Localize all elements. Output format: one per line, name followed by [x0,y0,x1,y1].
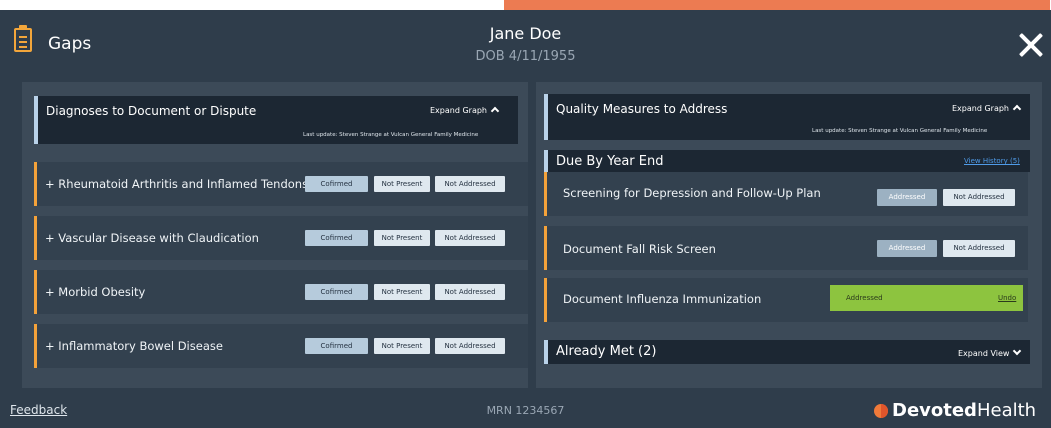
expand-graph-label: Expand Graph [430,106,487,115]
confirmed-button[interactable]: Cofirmed [305,176,368,192]
diagnosis-label[interactable]: + Morbid Obesity [45,285,145,299]
patient-dob: DOB 4/11/1955 [475,49,576,64]
confirmed-button[interactable]: Cofirmed [305,338,368,354]
expand-view-button[interactable]: Expand View [958,346,1022,358]
not-addressed-button[interactable]: Not Addressed [435,284,505,300]
measure-label: Screening for Depression and Follow-Up P… [563,186,821,200]
last-update: Last update: Steven Strange at Vulcan Ge… [303,132,479,138]
due-by-year-end-header: Due By Year End View History (5) [544,150,1030,172]
not-addressed-button[interactable]: Not Addressed [435,176,505,192]
patient-name: Jane Doe [489,24,562,43]
devoted-logo-icon [874,404,888,418]
undo-link[interactable]: Undo [998,294,1016,302]
chevron-up-icon [1012,104,1022,114]
measure-row: Document Fall Risk Screen Addressed Not … [544,226,1028,270]
expand-graph-label: Expand Graph [952,104,1009,113]
brand-light: Health [976,400,1037,421]
diagnosis-row: + Vascular Disease with Claudication Cof… [34,216,528,260]
brand-logo: DevotedHealth [892,400,1036,421]
diagnosis-row: + Rheumatoid Arthritis and Inflamed Tend… [34,162,528,206]
diagnosis-label[interactable]: + Inflammatory Bowel Disease [45,339,223,353]
diagnosis-row: + Inflammatory Bowel Disease Cofirmed No… [34,324,528,368]
not-present-button[interactable]: Not Present [374,284,430,300]
header: Gaps Jane Doe DOB 4/11/1955 [0,10,1051,74]
quality-measures-title: Quality Measures to Address [556,102,728,116]
addressed-button[interactable]: Addressed [877,189,937,206]
expand-graph-button[interactable]: Expand Graph [952,104,1022,114]
top-accent-bar [504,0,1050,10]
measure-label: Document Influenza Immunization [563,292,762,306]
diagnosis-row: + Morbid Obesity Cofirmed Not Present No… [34,270,528,314]
view-history-link[interactable]: View History (5) [964,157,1020,165]
diagnoses-title: Diagnoses to Document or Dispute [46,104,257,118]
diagnoses-header: Diagnoses to Document or Dispute Expand … [34,96,518,144]
not-addressed-button[interactable]: Not Addressed [943,240,1015,257]
measure-label: Document Fall Risk Screen [563,242,716,256]
expand-graph-button[interactable]: Expand Graph [430,106,500,116]
already-met-title: Already Met (2) [556,344,657,359]
not-present-button[interactable]: Not Present [374,176,430,192]
quality-measures-panel: Quality Measures to Address Expand Graph… [536,82,1042,388]
addressed-status-label: Addressed [846,294,883,302]
diagnosis-label[interactable]: + Rheumatoid Arthritis and Inflamed Tend… [45,177,308,191]
addressed-button[interactable]: Addressed [877,240,937,257]
chevron-up-icon [490,106,500,116]
addressed-status-bar: Addressed Undo [830,285,1023,311]
diagnoses-panel: Diagnoses to Document or Dispute Expand … [22,82,528,388]
quality-measures-header: Quality Measures to Address Expand Graph… [544,94,1030,140]
chevron-down-icon [1013,346,1022,356]
due-by-year-end-title: Due By Year End [556,154,664,169]
measure-row: Document Influenza Immunization Addresse… [544,278,1028,322]
measure-row: Screening for Depression and Follow-Up P… [544,172,1028,216]
diagnosis-label[interactable]: + Vascular Disease with Claudication [45,231,259,245]
close-icon[interactable] [1018,32,1044,58]
not-present-button[interactable]: Not Present [374,230,430,246]
already-met-header: Already Met (2) Expand View [544,340,1030,364]
not-addressed-button[interactable]: Not Addressed [435,338,505,354]
confirmed-button[interactable]: Cofirmed [305,284,368,300]
not-addressed-button[interactable]: Not Addressed [435,230,505,246]
brand-bold: Devoted [892,400,977,421]
not-present-button[interactable]: Not Present [374,338,430,354]
last-update: Last update: Steven Strange at Vulcan Ge… [812,128,988,134]
not-addressed-button[interactable]: Not Addressed [943,189,1015,206]
confirmed-button[interactable]: Cofirmed [305,230,368,246]
expand-view-label: Expand View [958,349,1010,358]
